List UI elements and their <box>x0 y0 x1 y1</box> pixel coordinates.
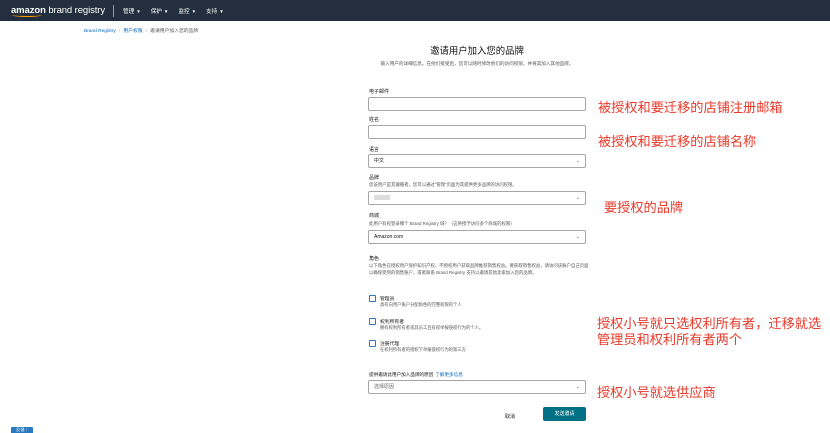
name-field[interactable] <box>368 125 586 139</box>
breadcrumb-current: 邀请用户加入您的品牌 <box>150 29 199 34</box>
logo-text-light: brand registry <box>45 5 106 16</box>
registered-agent-role-desc: 在权利所有者的授权下举报侵权行为的第三方 <box>380 347 466 352</box>
learn-more-link[interactable]: 了解更多信息 <box>435 372 463 377</box>
nav-monitor[interactable]: 监控 ▼ <box>178 7 196 15</box>
annotation-reason: 授权小号就选供应商 <box>597 385 716 400</box>
cancel-button[interactable]: 取消 <box>505 413 515 420</box>
marketplace-value: Amazon.com <box>374 234 404 240</box>
reason-select[interactable]: 选择原因 ⌄ <box>368 380 586 394</box>
brand-select[interactable]: ⌄ <box>368 191 586 205</box>
name-label: 姓名 <box>369 117 380 123</box>
brand-label: 品牌 <box>369 175 380 181</box>
brand-hint: 您该用户是其遵循者，您可以通过“管理”页面为其提供更多品牌的访问权限。 <box>369 182 517 187</box>
chevron-down-icon: ⌄ <box>575 195 580 201</box>
annotation-roles-line2: 管理员和权利所有者两个 <box>597 332 743 347</box>
chevron-down-icon: ▼ <box>219 8 224 14</box>
chevron-down-icon: ▼ <box>163 8 169 14</box>
nav-monitor-label: 监控 <box>178 8 190 15</box>
send-invitation-button[interactable]: 发送邀请 <box>543 407 586 421</box>
nav-support-label: 支持 <box>206 8 218 15</box>
language-select[interactable]: 中文 ⌄ <box>368 154 586 168</box>
email-label: 电子邮件 <box>369 89 390 95</box>
email-field[interactable] <box>368 97 586 111</box>
marketplace-hint: 此用户有权登录哪个 Brand Registry 域？（这将授予访问多个商城的权… <box>369 221 515 226</box>
feedback-button[interactable]: 反馈 ↑ <box>11 427 33 433</box>
nav-protect-label: 保护 <box>150 8 162 15</box>
chevron-down-icon: ⌄ <box>575 158 580 164</box>
nav-manage[interactable]: 管理 ▼ <box>123 7 141 15</box>
reason-placeholder: 选择原因 <box>374 384 395 390</box>
reason-label: 提供邀请此用户加入品牌的原因 了解更多信息 <box>369 372 463 378</box>
language-label: 语言 <box>369 147 380 153</box>
page-title: 邀请用户加入您的品牌 <box>430 45 524 56</box>
roles-label: 角色 <box>369 256 380 262</box>
chevron-right-icon: › <box>145 29 148 34</box>
rights-owner-checkbox[interactable] <box>369 318 376 325</box>
reason-label-text: 提供邀请此用户加入品牌的原因 <box>369 372 434 377</box>
chevron-down-icon: ▼ <box>191 8 197 14</box>
language-value: 中文 <box>374 158 385 164</box>
chevron-down-icon: ▼ <box>136 8 141 14</box>
admin-role-desc: 具有向用户账户分配角色的完整权限的个人 <box>380 302 462 307</box>
nav-support[interactable]: 支持 ▼ <box>206 7 224 15</box>
rights-owner-role-title: 权利所有者 <box>380 320 404 325</box>
marketplace-select[interactable]: Amazon.com ⌄ <box>368 230 586 244</box>
breadcrumb-brand-registry[interactable]: Brand Registry <box>84 29 116 34</box>
top-navigation-bar: amazon brand registry 管理 ▼ 保护 ▼ 监控 ▼ 支持 ▼ <box>0 0 830 21</box>
registered-agent-role-title: 注册代理 <box>380 342 400 347</box>
redacted-brand-value <box>374 195 390 201</box>
annotation-name: 被授权和要迁移的店铺名称 <box>598 134 757 149</box>
amazon-smile-icon <box>12 13 42 17</box>
page-intro: 输入用户的详细信息。在他们接受后，您可以随时修改他们的访问权限，并将其加入其他品… <box>380 61 574 66</box>
admin-checkbox[interactable] <box>369 295 376 302</box>
nav-manage-label: 管理 <box>123 8 135 15</box>
annotation-brand: 要授权的品牌 <box>604 200 684 215</box>
chevron-down-icon: ⌄ <box>575 234 580 240</box>
nav-divider <box>113 4 115 17</box>
breadcrumb: Brand Registry › 用户权限 › 邀请用户加入您的品牌 <box>84 27 198 34</box>
chevron-down-icon: ⌄ <box>575 384 580 390</box>
marketplace-label: 商城 <box>369 213 380 219</box>
roles-description: 以下角色在授权用户保护知识产权、不授权用户获取品牌推荐销售权益。要获取销售权益，… <box>369 263 589 275</box>
breadcrumb-user-permissions[interactable]: 用户权限 <box>123 29 142 34</box>
nav-protect[interactable]: 保护 ▼ <box>151 7 169 15</box>
chevron-right-icon: › <box>118 29 121 34</box>
admin-role-title: 管理员 <box>380 297 395 302</box>
annotation-email: 被授权和要迁移的店铺注册邮箱 <box>598 100 783 115</box>
rights-owner-role-desc: 拥有权利所有者或其员工且有权举报侵权行为的个人。 <box>380 325 484 330</box>
registered-agent-checkbox[interactable] <box>369 340 376 347</box>
